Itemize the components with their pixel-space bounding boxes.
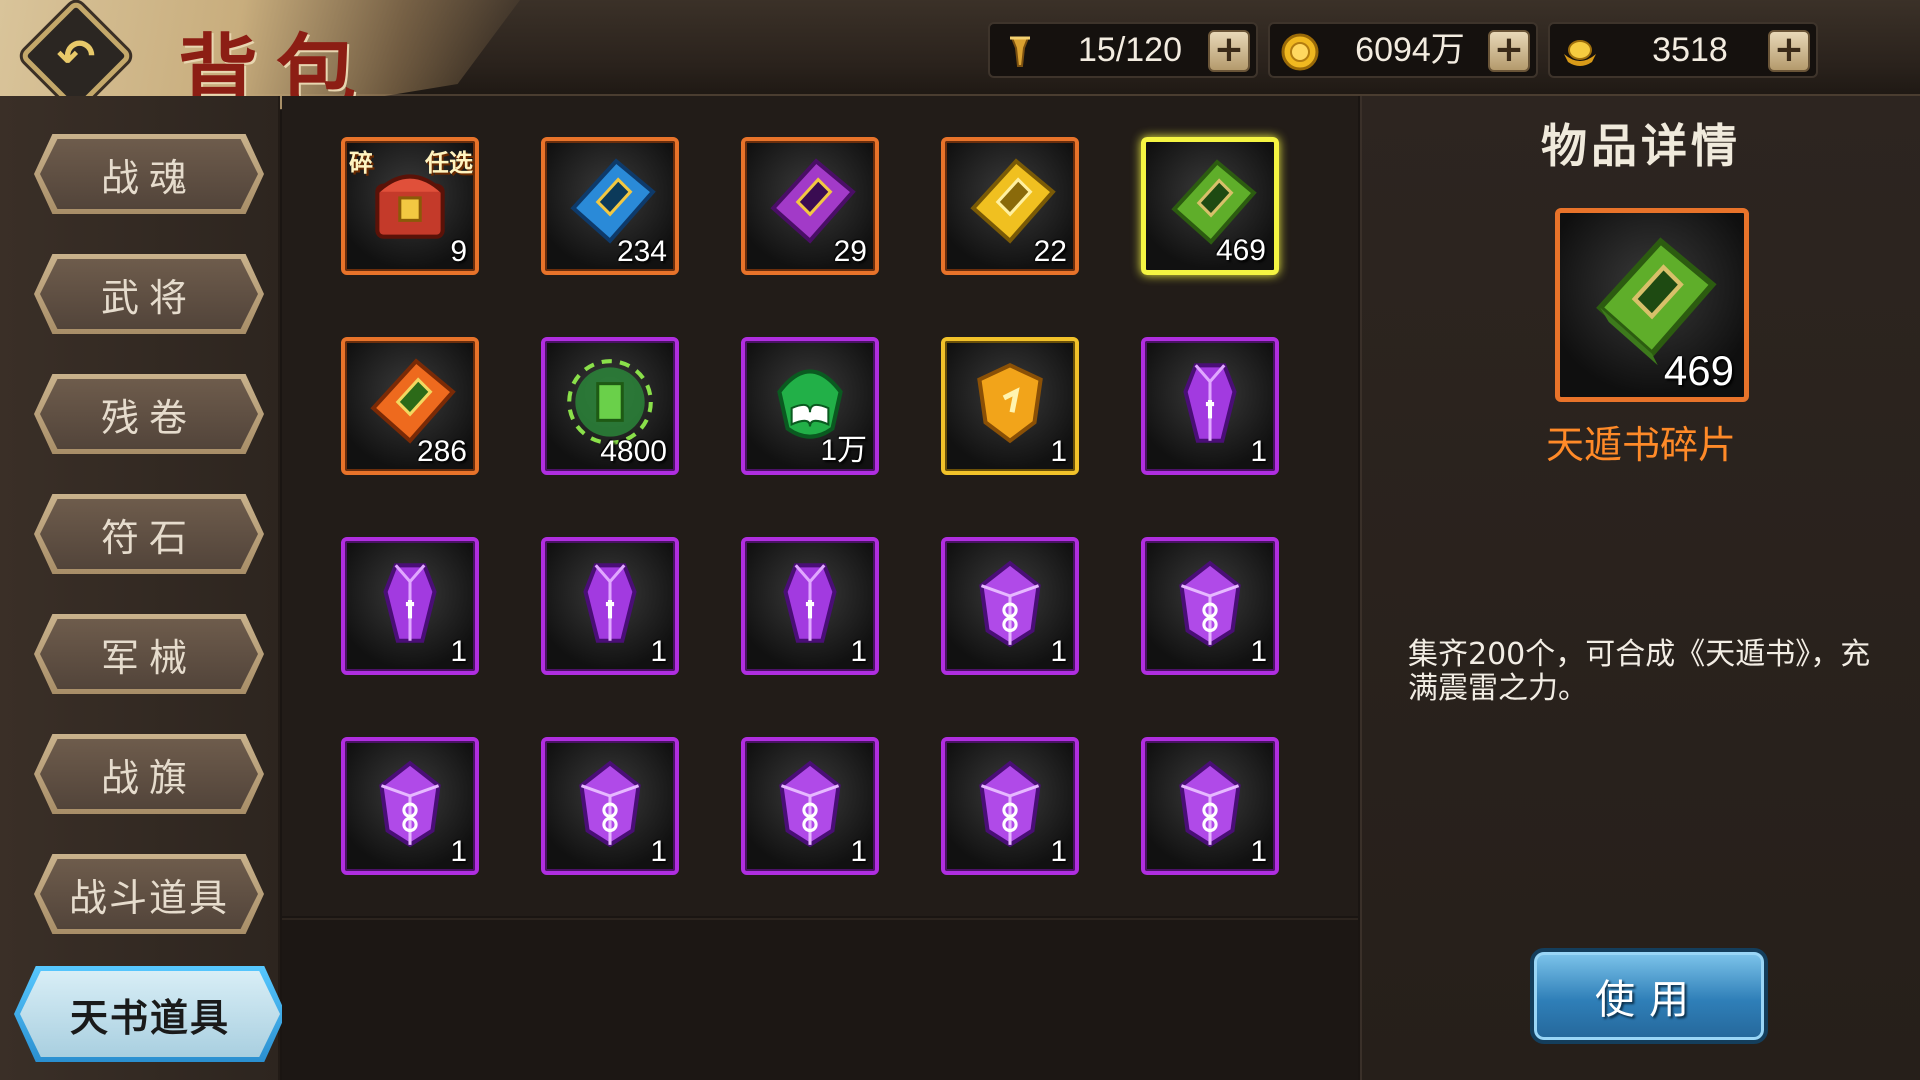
- add-ingot-button[interactable]: +: [1768, 30, 1810, 72]
- inventory-slot[interactable]: 1: [341, 737, 479, 875]
- coin-icon: [1281, 33, 1319, 71]
- coin-value: 6094万: [1355, 31, 1465, 69]
- purple-gem-icon: [1179, 560, 1241, 648]
- inventory-slot[interactable]: 1: [1141, 537, 1279, 675]
- tab-generals[interactable]: 武将: [34, 254, 264, 334]
- slot-count: 22: [1033, 235, 1067, 268]
- ingot-value: 3518: [1652, 31, 1728, 69]
- inventory-slot[interactable]: 1: [741, 537, 879, 675]
- inventory-slot[interactable]: 碎 任选 9: [341, 137, 479, 275]
- purple-crystal-icon: [783, 563, 837, 643]
- gold-ingot-icon: [1564, 40, 1596, 66]
- slot-count: 1: [450, 835, 467, 868]
- slot-count: 1: [850, 635, 867, 668]
- add-stamina-button[interactable]: +: [1208, 30, 1250, 72]
- item-description: 集齐200个，可合成《天遁书》，充满震雷之力。: [1408, 637, 1871, 706]
- coin-counter: 6094万 +: [1268, 22, 1538, 78]
- tab-label: 符石: [100, 515, 197, 560]
- inventory-slot[interactable]: 1: [541, 737, 679, 875]
- slot-count: 1: [450, 635, 467, 668]
- slot-count: 1: [1250, 635, 1267, 668]
- stamina-counter: 15/120 +: [988, 22, 1258, 78]
- tab-war-soul[interactable]: 战魂: [34, 134, 264, 214]
- inventory-slot[interactable]: 29: [741, 137, 879, 275]
- item-name: 天遁书碎片: [1545, 423, 1736, 467]
- tab-label: 战旗: [100, 755, 197, 800]
- tab-label: 残卷: [100, 395, 197, 440]
- purple-crystal-icon: [1183, 363, 1237, 443]
- tab-label: 战斗道具: [68, 875, 229, 920]
- slot-count: 469: [1215, 234, 1266, 267]
- purple-gem-icon: [779, 760, 841, 848]
- inventory-slot[interactable]: 4800: [541, 337, 679, 475]
- slot-count: 286: [416, 435, 467, 468]
- inventory-slot[interactable]: 1: [941, 737, 1079, 875]
- inventory-slot[interactable]: 286: [341, 337, 479, 475]
- slot-count: 1: [1250, 835, 1267, 868]
- ingot-counter: 3518 +: [1548, 22, 1818, 78]
- slot-count: 29: [833, 235, 867, 268]
- inventory-slot[interactable]: 1: [941, 337, 1079, 475]
- gold-rune-shield-icon: [977, 363, 1043, 444]
- inventory-slot[interactable]: 1: [1141, 337, 1279, 475]
- inventory-slot[interactable]: 1: [741, 737, 879, 875]
- inventory-slot[interactable]: 469: [1141, 137, 1279, 275]
- slot-count: 1: [1250, 435, 1267, 468]
- tab-equipment[interactable]: 军械: [34, 614, 264, 694]
- slot-count: 9: [450, 235, 467, 268]
- stamina-value: 15/120: [1078, 31, 1182, 69]
- inventory-slot[interactable]: 1: [1141, 737, 1279, 875]
- slot-tag-right: 任选: [425, 149, 473, 177]
- slot-count: 1万: [820, 434, 867, 467]
- detail-item-slot: 469: [1555, 208, 1749, 402]
- slot-count: 1: [650, 835, 667, 868]
- tab-runestones[interactable]: 符石: [34, 494, 264, 574]
- use-button[interactable]: 使用: [1530, 948, 1768, 1044]
- slot-count: 1: [650, 635, 667, 668]
- detail-item-count: 469: [1663, 347, 1734, 394]
- purple-gem-icon: [379, 760, 441, 848]
- tab-fragments[interactable]: 残卷: [34, 374, 264, 454]
- inventory-slot[interactable]: 22: [941, 137, 1079, 275]
- tab-war-flags[interactable]: 战旗: [34, 734, 264, 814]
- use-button-label: 使用: [1595, 977, 1703, 1023]
- purple-gem-icon: [1179, 760, 1241, 848]
- back-arrow-icon: ↶: [56, 29, 96, 83]
- purple-crystal-icon: [383, 563, 437, 643]
- inventory-slot[interactable]: 1: [341, 537, 479, 675]
- tab-label: 军械: [100, 635, 197, 680]
- slot-count: 1: [1050, 835, 1067, 868]
- slot-count: 4800: [600, 435, 667, 468]
- inventory-slot[interactable]: 234: [541, 137, 679, 275]
- torch-icon: [1010, 36, 1030, 67]
- slot-tag-left: 碎: [349, 149, 373, 177]
- inventory-slot[interactable]: 1: [941, 537, 1079, 675]
- add-coin-button[interactable]: +: [1488, 30, 1530, 72]
- tab-heavenly-book-items[interactable]: 天书道具: [14, 966, 286, 1062]
- tab-label: 天书道具: [69, 995, 230, 1040]
- detail-title: 物品详情: [1541, 119, 1741, 173]
- inventory-footer: [282, 918, 1358, 1080]
- purple-gem-icon: [979, 560, 1041, 648]
- purple-crystal-icon: [583, 563, 637, 643]
- slot-count: 1: [1050, 435, 1067, 468]
- inventory-slot[interactable]: 1: [541, 537, 679, 675]
- purple-gem-icon: [979, 760, 1041, 848]
- slot-count: 1: [850, 835, 867, 868]
- item-detail-panel: 物品详情 469 天遁书碎片 集齐200个，可合成《天遁书》，充满震雷之力。 使…: [1360, 96, 1920, 1080]
- tab-label: 武将: [100, 275, 197, 320]
- slot-count: 1: [1050, 635, 1067, 668]
- tab-label: 战魂: [100, 155, 197, 200]
- slot-count: 234: [616, 235, 667, 268]
- tab-battle-items[interactable]: 战斗道具: [34, 854, 264, 934]
- inventory-slot[interactable]: 1万: [741, 337, 879, 475]
- purple-gem-icon: [579, 760, 641, 848]
